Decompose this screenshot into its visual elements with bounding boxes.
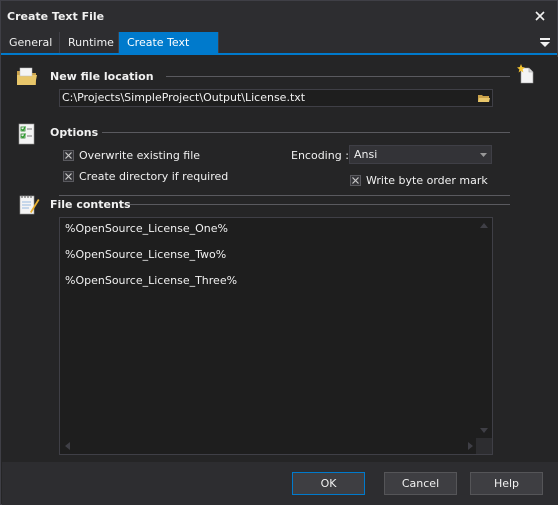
options-divider: [102, 132, 510, 133]
overwrite-label: Overwrite existing file: [79, 149, 201, 162]
file-path-input[interactable]: C:\Projects\SimpleProject\Output\License…: [59, 89, 493, 107]
content-line: %OpenSource_License_Three%: [65, 274, 238, 287]
folder-icon: [15, 65, 39, 89]
help-button[interactable]: Help: [470, 472, 543, 495]
scroll-corner: [476, 438, 492, 454]
options-bottom-divider: [59, 195, 510, 196]
bom-checkbox[interactable]: [350, 175, 361, 186]
vertical-scrollbar[interactable]: [476, 218, 492, 438]
scroll-left-icon[interactable]: [65, 442, 70, 450]
checklist-icon: [17, 123, 39, 147]
contents-divider: [128, 204, 510, 205]
title-bar: Create Text File: [1, 1, 557, 32]
checkmark-icon: [65, 173, 72, 180]
dialog-window: Create Text File General Runtime Create …: [0, 0, 558, 505]
tab-create-text-file[interactable]: Create Text File: [119, 32, 219, 70]
location-section-title: New file location: [50, 70, 154, 83]
create-dir-checkbox[interactable]: [63, 171, 74, 182]
scroll-right-icon[interactable]: [468, 442, 473, 450]
tab-runtime[interactable]: Runtime: [60, 32, 119, 53]
content-line: %OpenSource_License_One%: [65, 222, 228, 235]
ok-button[interactable]: OK: [292, 472, 365, 495]
options-section-title: Options: [50, 126, 99, 139]
tab-overflow-menu[interactable]: [539, 36, 551, 50]
file-path-value: C:\Projects\SimpleProject\Output\License…: [62, 91, 306, 104]
location-divider: [166, 76, 510, 77]
scroll-down-icon[interactable]: [480, 428, 488, 433]
encoding-select[interactable]: Ansi: [349, 145, 492, 164]
tab-strip: General Runtime Create Text File: [1, 32, 557, 70]
tab-general[interactable]: General: [1, 32, 60, 53]
scroll-up-icon[interactable]: [480, 223, 488, 228]
menu-dropdown-icon: [540, 38, 550, 47]
chevron-down-icon: [480, 153, 487, 157]
new-file-icon[interactable]: [515, 63, 537, 85]
checkmark-icon: [65, 152, 72, 159]
overwrite-checkbox[interactable]: [63, 150, 74, 161]
open-folder-icon: [478, 95, 490, 102]
horizontal-scrollbar[interactable]: [60, 438, 478, 454]
contents-section-title: File contents: [50, 198, 131, 211]
close-button[interactable]: [531, 7, 549, 25]
bom-checkbox-row[interactable]: Write byte order mark: [350, 174, 488, 187]
button-bar: OK Cancel Help: [2, 462, 558, 505]
notepad-icon: [18, 193, 40, 217]
content-line: %OpenSource_License_Two%: [65, 248, 227, 261]
create-dir-label: Create directory if required: [79, 170, 229, 183]
tab-content: New file location C:\Projects\SimpleProj…: [2, 57, 558, 462]
browse-button[interactable]: [477, 91, 491, 105]
bom-label: Write byte order mark: [366, 174, 488, 187]
cancel-button[interactable]: Cancel: [384, 472, 457, 495]
encoding-label: Encoding :: [291, 149, 349, 162]
file-contents-editor[interactable]: %OpenSource_License_One% %OpenSource_Lic…: [59, 217, 493, 455]
window-title: Create Text File: [7, 10, 105, 23]
close-icon: [535, 11, 545, 21]
encoding-value: Ansi: [354, 148, 378, 161]
overwrite-checkbox-row[interactable]: Overwrite existing file: [63, 149, 200, 162]
create-dir-checkbox-row[interactable]: Create directory if required: [63, 170, 228, 183]
checkmark-icon: [352, 177, 359, 184]
